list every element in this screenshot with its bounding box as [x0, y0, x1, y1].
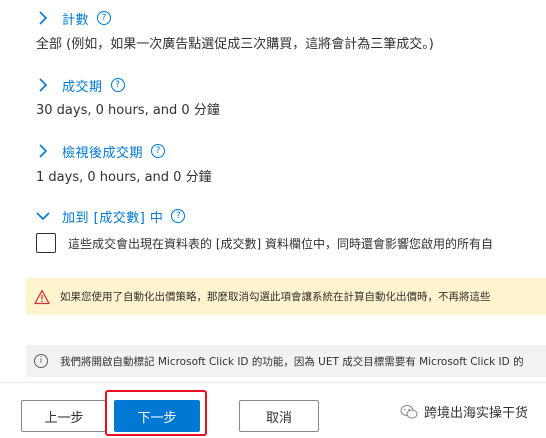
include-conversions-checkbox[interactable] [36, 233, 56, 253]
checkbox-label: 這些成交會出現在資料表的 [成交數] 資料欄位中，同時還會影響您啟用的所有自 [68, 236, 493, 251]
warning-text: 如果您使用了自動化出價策略，那麼取消勾選此項會讓系統在計算自動化出價時，不再將這… [60, 291, 491, 303]
section-value-count: 全部 (例如，如果一次廣告點選促成三次購買，這將會計為三筆成交。) [36, 37, 434, 52]
info-text: 我們將開啟自動標記 Microsoft Click ID 的功能，因為 UET … [60, 355, 524, 368]
section-value-view-through-window: 1 days, 0 hours, and 0 分鐘 [36, 170, 212, 185]
next-button-highlight [105, 390, 207, 436]
cancel-button[interactable]: 取消 [239, 400, 319, 432]
help-icon[interactable]: ? [110, 78, 125, 92]
section-title: 計數 [62, 12, 90, 28]
section-title: 成交期 [62, 79, 103, 95]
help-icon[interactable]: ? [97, 11, 112, 25]
chevron-right-icon [36, 11, 50, 25]
chevron-right-icon [36, 78, 50, 92]
wechat-icon [400, 404, 418, 420]
help-icon[interactable]: ? [151, 144, 166, 158]
info-icon: i [34, 354, 48, 368]
section-title: 檢視後成交期 [62, 145, 144, 161]
section-header-count[interactable]: 計數 ? [36, 8, 112, 28]
warning-message-bar: 如果您使用了自動化出價策略，那麼取消勾選此項會讓系統在計算自動化出價時，不再將這… [26, 278, 546, 315]
back-button[interactable]: 上一步 [21, 400, 107, 432]
section-header-view-through-window[interactable]: 檢視後成交期 ? [36, 141, 166, 161]
chevron-down-icon [36, 209, 50, 223]
section-value-conversion-window: 30 days, 0 hours, and 0 分鐘 [36, 103, 220, 118]
section-header-conversion-window[interactable]: 成交期 ? [36, 75, 125, 95]
footer-divider [0, 382, 546, 383]
help-icon[interactable]: ? [171, 209, 186, 223]
warning-triangle-icon [34, 289, 50, 305]
include-conversions-row: 這些成交會出現在資料表的 [成交數] 資料欄位中，同時還會影響您啟用的所有自 [36, 233, 546, 253]
watermark: 跨境出海实操干货 [400, 402, 528, 421]
section-title: 加到 [成交數] 中 [62, 210, 164, 226]
info-message-bar: i 我們將開啟自動標記 Microsoft Click ID 的功能，因為 UE… [26, 345, 546, 377]
watermark-text: 跨境出海实操干货 [424, 406, 529, 421]
chevron-right-icon [36, 144, 50, 158]
section-header-include-in-conversions[interactable]: 加到 [成交數] 中 ? [36, 206, 186, 226]
